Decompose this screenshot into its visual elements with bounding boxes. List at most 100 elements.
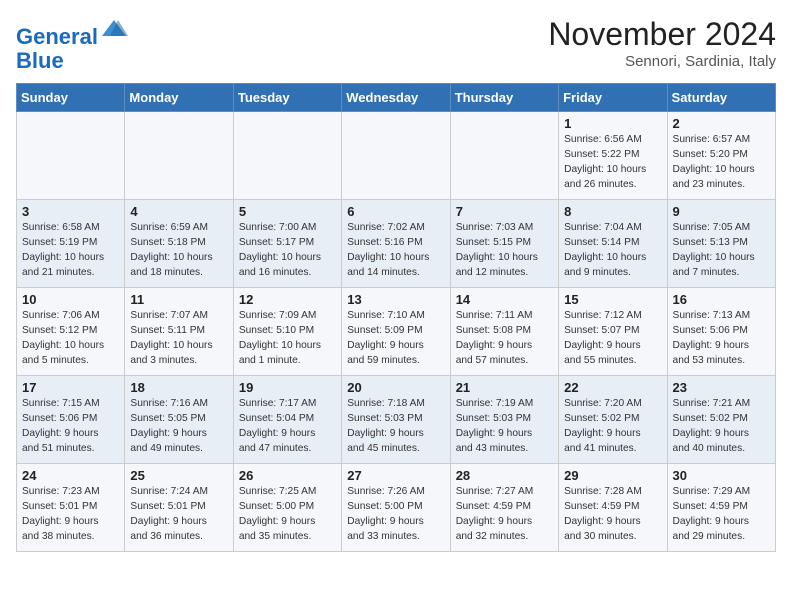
- calendar-cell: 10 Sunrise: 7:06 AM Sunset: 5:12 PM Dayli…: [17, 288, 125, 376]
- calendar-cell: 6 Sunrise: 7:02 AM Sunset: 5:16 PM Daylig…: [342, 200, 450, 288]
- calendar-cell: 25 Sunrise: 7:24 AM Sunset: 5:01 PM Dayli…: [125, 464, 233, 552]
- day-info: Sunrise: 7:04 AM Sunset: 5:14 PM Dayligh…: [564, 221, 661, 280]
- calendar-cell: 21 Sunrise: 7:19 AM Sunset: 5:03 PM Dayli…: [450, 376, 558, 464]
- day-info: Sunrise: 7:19 AM Sunset: 5:03 PM Dayligh…: [456, 397, 553, 456]
- weekday-header-wednesday: Wednesday: [342, 84, 450, 112]
- calendar-cell: [17, 112, 125, 200]
- day-number: 8: [564, 204, 661, 219]
- calendar-cell: 3Sunrise: 6:58 AM Sunset: 5:19 PM Daylig…: [17, 200, 125, 288]
- calendar-cell: 2 Sunrise: 6:57 AM Sunset: 5:20 PM Daylig…: [667, 112, 775, 200]
- calendar-cell: 23 Sunrise: 7:21 AM Sunset: 5:02 PM Dayli…: [667, 376, 775, 464]
- day-info: Sunrise: 7:00 AM Sunset: 5:17 PM Dayligh…: [239, 221, 336, 280]
- day-number: 20: [347, 380, 444, 395]
- day-number: 2: [673, 116, 770, 131]
- day-info: Sunrise: 7:15 AM Sunset: 5:06 PM Dayligh…: [22, 397, 119, 456]
- calendar-cell: 1 Sunrise: 6:56 AM Sunset: 5:22 PM Daylig…: [559, 112, 667, 200]
- day-number: 22: [564, 380, 661, 395]
- calendar-cell: 13Sunrise: 7:10 AM Sunset: 5:09 PM Dayli…: [342, 288, 450, 376]
- calendar-week-row: 10 Sunrise: 7:06 AM Sunset: 5:12 PM Dayli…: [17, 288, 776, 376]
- day-number: 10: [22, 292, 119, 307]
- day-number: 1: [564, 116, 661, 131]
- weekday-header-tuesday: Tuesday: [233, 84, 341, 112]
- day-info: Sunrise: 7:05 AM Sunset: 5:13 PM Dayligh…: [673, 221, 770, 280]
- day-number: 25: [130, 468, 227, 483]
- day-info: Sunrise: 7:27 AM Sunset: 4:59 PM Dayligh…: [456, 485, 553, 544]
- calendar-cell: 17 Sunrise: 7:15 AM Sunset: 5:06 PM Dayli…: [17, 376, 125, 464]
- day-info: Sunrise: 7:06 AM Sunset: 5:12 PM Dayligh…: [22, 309, 119, 368]
- calendar-cell: 27 Sunrise: 7:26 AM Sunset: 5:00 PM Dayli…: [342, 464, 450, 552]
- calendar-cell: 28Sunrise: 7:27 AM Sunset: 4:59 PM Dayli…: [450, 464, 558, 552]
- logo-blue: Blue: [16, 49, 128, 73]
- day-info: Sunrise: 7:12 AM Sunset: 5:07 PM Dayligh…: [564, 309, 661, 368]
- day-info: Sunrise: 7:29 AM Sunset: 4:59 PM Dayligh…: [673, 485, 770, 544]
- day-number: 18: [130, 380, 227, 395]
- day-number: 16: [673, 292, 770, 307]
- calendar-cell: [125, 112, 233, 200]
- day-info: Sunrise: 7:20 AM Sunset: 5:02 PM Dayligh…: [564, 397, 661, 456]
- day-number: 13: [347, 292, 444, 307]
- calendar-cell: 22 Sunrise: 7:20 AM Sunset: 5:02 PM Dayli…: [559, 376, 667, 464]
- day-info: Sunrise: 7:21 AM Sunset: 5:02 PM Dayligh…: [673, 397, 770, 456]
- day-number: 23: [673, 380, 770, 395]
- calendar-cell: 11Sunrise: 7:07 AM Sunset: 5:11 PM Dayli…: [125, 288, 233, 376]
- calendar-week-row: 3Sunrise: 6:58 AM Sunset: 5:19 PM Daylig…: [17, 200, 776, 288]
- day-info: Sunrise: 6:57 AM Sunset: 5:20 PM Dayligh…: [673, 133, 770, 192]
- page-header: General Blue November 2024 Sennori, Sard…: [16, 16, 776, 73]
- day-info: Sunrise: 7:11 AM Sunset: 5:08 PM Dayligh…: [456, 309, 553, 368]
- calendar-cell: 4 Sunrise: 6:59 AM Sunset: 5:18 PM Daylig…: [125, 200, 233, 288]
- day-info: Sunrise: 7:16 AM Sunset: 5:05 PM Dayligh…: [130, 397, 227, 456]
- weekday-header-sunday: Sunday: [17, 84, 125, 112]
- day-info: Sunrise: 6:56 AM Sunset: 5:22 PM Dayligh…: [564, 133, 661, 192]
- calendar-cell: [342, 112, 450, 200]
- weekday-header-saturday: Saturday: [667, 84, 775, 112]
- calendar-table: SundayMondayTuesdayWednesdayThursdayFrid…: [16, 83, 776, 552]
- calendar-cell: [233, 112, 341, 200]
- day-info: Sunrise: 7:07 AM Sunset: 5:11 PM Dayligh…: [130, 309, 227, 368]
- weekday-header-row: SundayMondayTuesdayWednesdayThursdayFrid…: [17, 84, 776, 112]
- day-number: 4: [130, 204, 227, 219]
- calendar-week-row: 17 Sunrise: 7:15 AM Sunset: 5:06 PM Dayli…: [17, 376, 776, 464]
- day-info: Sunrise: 7:26 AM Sunset: 5:00 PM Dayligh…: [347, 485, 444, 544]
- day-number: 27: [347, 468, 444, 483]
- day-number: 24: [22, 468, 119, 483]
- day-info: Sunrise: 7:25 AM Sunset: 5:00 PM Dayligh…: [239, 485, 336, 544]
- calendar-cell: 30 Sunrise: 7:29 AM Sunset: 4:59 PM Dayli…: [667, 464, 775, 552]
- day-info: Sunrise: 7:02 AM Sunset: 5:16 PM Dayligh…: [347, 221, 444, 280]
- calendar-cell: 20 Sunrise: 7:18 AM Sunset: 5:03 PM Dayli…: [342, 376, 450, 464]
- calendar-cell: 15 Sunrise: 7:12 AM Sunset: 5:07 PM Dayli…: [559, 288, 667, 376]
- day-info: Sunrise: 7:24 AM Sunset: 5:01 PM Dayligh…: [130, 485, 227, 544]
- day-number: 7: [456, 204, 553, 219]
- day-number: 3: [22, 204, 119, 219]
- day-number: 5: [239, 204, 336, 219]
- day-info: Sunrise: 6:59 AM Sunset: 5:18 PM Dayligh…: [130, 221, 227, 280]
- day-number: 9: [673, 204, 770, 219]
- weekday-header-thursday: Thursday: [450, 84, 558, 112]
- logo-icon: [100, 16, 128, 44]
- calendar-cell: 5 Sunrise: 7:00 AM Sunset: 5:17 PM Daylig…: [233, 200, 341, 288]
- location-subtitle: Sennori, Sardinia, Italy: [548, 53, 776, 70]
- day-number: 19: [239, 380, 336, 395]
- weekday-header-monday: Monday: [125, 84, 233, 112]
- calendar-cell: 19 Sunrise: 7:17 AM Sunset: 5:04 PM Dayli…: [233, 376, 341, 464]
- day-number: 21: [456, 380, 553, 395]
- day-number: 14: [456, 292, 553, 307]
- calendar-cell: 16Sunrise: 7:13 AM Sunset: 5:06 PM Dayli…: [667, 288, 775, 376]
- calendar-cell: 8 Sunrise: 7:04 AM Sunset: 5:14 PM Daylig…: [559, 200, 667, 288]
- calendar-cell: 7Sunrise: 7:03 AM Sunset: 5:15 PM Daylig…: [450, 200, 558, 288]
- calendar-cell: 24 Sunrise: 7:23 AM Sunset: 5:01 PM Dayli…: [17, 464, 125, 552]
- day-info: Sunrise: 7:23 AM Sunset: 5:01 PM Dayligh…: [22, 485, 119, 544]
- calendar-cell: 14 Sunrise: 7:11 AM Sunset: 5:08 PM Dayli…: [450, 288, 558, 376]
- title-block: November 2024 Sennori, Sardinia, Italy: [548, 16, 776, 70]
- day-number: 12: [239, 292, 336, 307]
- day-number: 15: [564, 292, 661, 307]
- day-info: Sunrise: 7:17 AM Sunset: 5:04 PM Dayligh…: [239, 397, 336, 456]
- logo-text: General: [16, 16, 128, 49]
- day-number: 30: [673, 468, 770, 483]
- calendar-cell: 29Sunrise: 7:28 AM Sunset: 4:59 PM Dayli…: [559, 464, 667, 552]
- day-number: 6: [347, 204, 444, 219]
- logo: General Blue: [16, 16, 128, 73]
- calendar-cell: 18 Sunrise: 7:16 AM Sunset: 5:05 PM Dayli…: [125, 376, 233, 464]
- day-number: 17: [22, 380, 119, 395]
- day-info: Sunrise: 7:18 AM Sunset: 5:03 PM Dayligh…: [347, 397, 444, 456]
- day-info: Sunrise: 7:09 AM Sunset: 5:10 PM Dayligh…: [239, 309, 336, 368]
